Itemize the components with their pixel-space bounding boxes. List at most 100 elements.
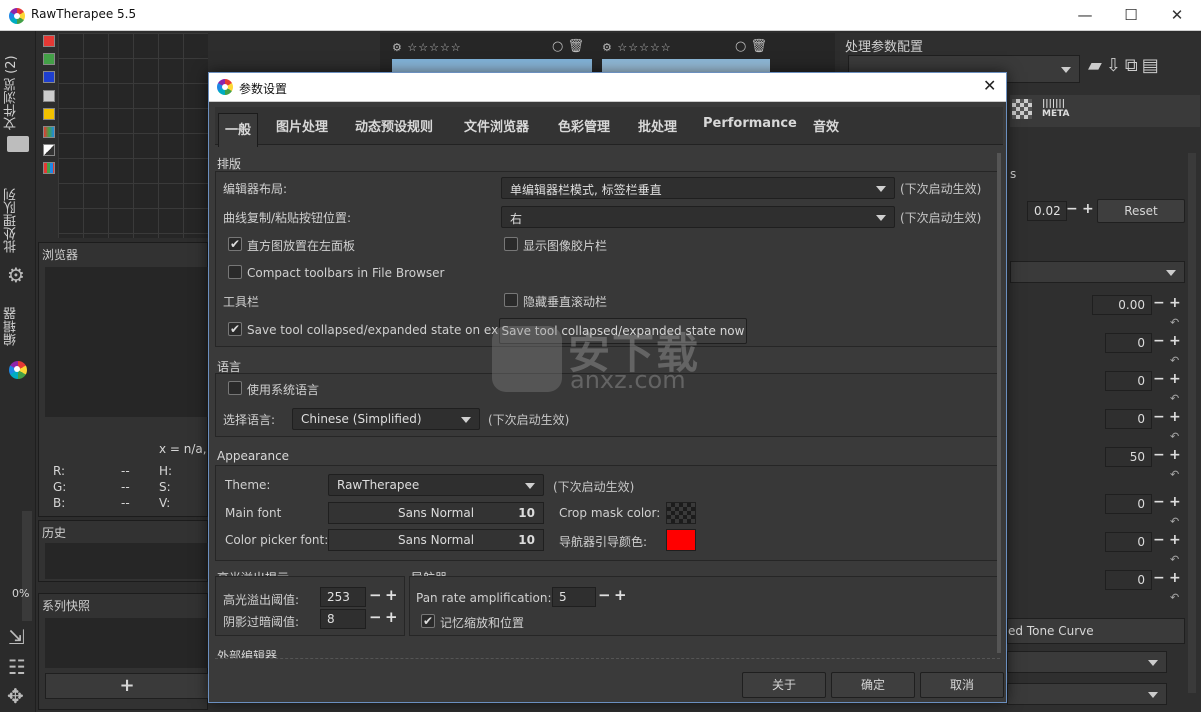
nav-color-swatch[interactable] [666,529,696,551]
shadow-minus[interactable]: − [369,608,382,626]
thumb1-trash-icon[interactable]: ○ 🗑 [552,39,584,54]
slider-1-reset-icon[interactable]: ↶ [1170,316,1179,329]
slider-value-7[interactable]: 0 [1105,532,1152,552]
minimize-button[interactable]: — [1070,4,1100,26]
slider-5-minus[interactable]: − [1153,447,1165,463]
shadow-plus[interactable]: + [385,608,398,626]
curve-combo-1[interactable] [1007,651,1167,673]
tab-performance[interactable]: Performance [703,116,797,131]
theme-combo[interactable]: RawTherapee [328,474,544,496]
curve-combo-2[interactable] [1007,683,1167,705]
slider-8-plus[interactable]: + [1169,570,1181,586]
dialog-scrollbar[interactable] [997,153,1001,653]
thumb1-rating[interactable]: ⚙ ☆☆☆☆☆ [392,41,462,54]
tab-dynamic-profiles[interactable]: 动态预设规则 [355,116,433,135]
tab-general[interactable]: 一般 [218,113,259,147]
tab-color-management[interactable]: 色彩管理 [558,116,610,135]
right-scrollbar[interactable] [1188,153,1196,693]
tab-batch[interactable]: 批处理 [638,116,677,135]
slider-4-plus[interactable]: + [1169,409,1181,425]
gear-icon[interactable]: ⚙ [7,263,25,287]
crop-mask-color-swatch[interactable] [666,502,696,524]
slider-3-minus[interactable]: − [1153,371,1165,387]
highlight-minus[interactable]: − [369,586,382,604]
tab-file-browser[interactable]: 文件浏览 (2) [2,43,34,143]
profile-actions[interactable]: ▰⇩⧉▤ [1088,55,1163,76]
add-snapshot-button[interactable]: + [45,673,209,699]
tab-editor[interactable]: 编辑器 [2,301,34,353]
raw-toggle[interactable] [43,126,55,138]
slider-3-reset-icon[interactable]: ↶ [1170,392,1179,405]
red-channel-toggle[interactable] [43,35,55,47]
slider-7-minus[interactable]: − [1153,532,1165,548]
main-font-button[interactable]: Sans Normal 10 [328,502,544,524]
slider-5-plus[interactable]: + [1169,447,1181,463]
chroma-toggle[interactable] [43,108,55,120]
dialog-close-button[interactable]: ✕ [983,76,996,95]
slider-4-reset-icon[interactable]: ↶ [1170,430,1179,443]
editor-logo-icon[interactable] [9,361,27,379]
highlight-threshold-input[interactable]: 253 [320,587,366,607]
remember-zoom-checkbox[interactable]: ✔ [421,614,435,628]
luminance-toggle[interactable] [43,90,55,102]
close-button[interactable]: ✕ [1162,4,1192,26]
slider-value-3[interactable]: 0 [1105,371,1152,391]
histogram-left-checkbox[interactable]: ✔ [228,237,242,251]
slider-8-minus[interactable]: − [1153,570,1165,586]
about-button[interactable]: 关于 [742,672,826,698]
tone-curve-button[interactable]: ed Tone Curve [1007,618,1185,644]
highlight-plus[interactable]: + [385,586,398,604]
color-picker-font-button[interactable]: Sans Normal 10 [328,529,544,551]
use-system-language-checkbox[interactable] [228,381,242,395]
zoom-slider[interactable] [22,511,32,621]
curve-button-combo[interactable]: 右 [501,206,895,228]
bar-toggle[interactable] [43,144,55,156]
slider-value-6[interactable]: 0 [1105,494,1152,514]
value-0-02[interactable]: 0.02 [1027,201,1067,221]
cancel-button[interactable]: 取消 [920,672,1004,698]
slider-6-reset-icon[interactable]: ↶ [1170,515,1179,528]
slider-2-plus[interactable]: + [1169,333,1181,349]
slider-1-minus[interactable]: − [1153,295,1165,311]
tab-sounds[interactable]: 音效 [813,116,839,135]
save-state-exit-checkbox[interactable]: ✔ [228,322,242,336]
move-icon[interactable]: ✥ [7,684,24,708]
slider-2-minus[interactable]: − [1153,333,1165,349]
slider-6-plus[interactable]: + [1169,494,1181,510]
thumb2-rating[interactable]: ⚙ ☆☆☆☆☆ [602,41,672,54]
slider-value-8[interactable]: 0 [1105,570,1152,590]
slider-7-reset-icon[interactable]: ↶ [1170,553,1179,566]
slider-value-5[interactable]: 50 [1105,447,1152,467]
maximize-button[interactable]: ☐ [1116,4,1146,26]
language-combo[interactable]: Chinese (Simplified) [292,408,480,430]
blue-channel-toggle[interactable] [43,71,55,83]
editor-layout-combo[interactable]: 单编辑器栏模式, 标签栏垂直 [501,177,895,199]
pan-rate-input[interactable]: 5 [552,587,596,607]
reset-button[interactable]: Reset [1097,199,1185,223]
pan-rate-minus[interactable]: − [598,586,611,604]
slider-2-reset-icon[interactable]: ↶ [1170,354,1179,367]
right-combo[interactable] [1010,261,1185,283]
slider-4-minus[interactable]: − [1153,409,1165,425]
hide-vscroll-checkbox[interactable] [504,293,518,307]
tab-image-processing[interactable]: 图片处理 [276,116,328,135]
show-filmstrip-checkbox[interactable] [504,237,518,251]
slider-value-4[interactable]: 0 [1105,409,1152,429]
compact-toolbars-checkbox[interactable] [228,265,242,279]
value-plus[interactable]: + [1082,201,1094,217]
tab-file-browser[interactable]: 文件浏览器 [464,116,529,135]
history-list[interactable] [45,543,209,579]
meta-tab[interactable]: ||||||| META [1042,99,1070,119]
export-icon[interactable]: ⇲ [8,625,25,649]
thumb2-trash-icon[interactable]: ○ 🗑 [735,39,767,54]
slider-3-plus[interactable]: + [1169,371,1181,387]
value-minus[interactable]: − [1066,201,1078,217]
shadow-threshold-input[interactable]: 8 [320,609,366,629]
sliders-icon[interactable]: ☷ [8,655,26,679]
slider-value-1[interactable]: 0.00 [1092,295,1152,315]
tab-batch-queue[interactable]: 批处理队列 [2,176,34,266]
slider-1-plus[interactable]: + [1169,295,1181,311]
pan-rate-plus[interactable]: + [614,586,627,604]
histogram-mode-toggle[interactable] [43,162,55,174]
snapshots-list[interactable] [45,618,209,668]
